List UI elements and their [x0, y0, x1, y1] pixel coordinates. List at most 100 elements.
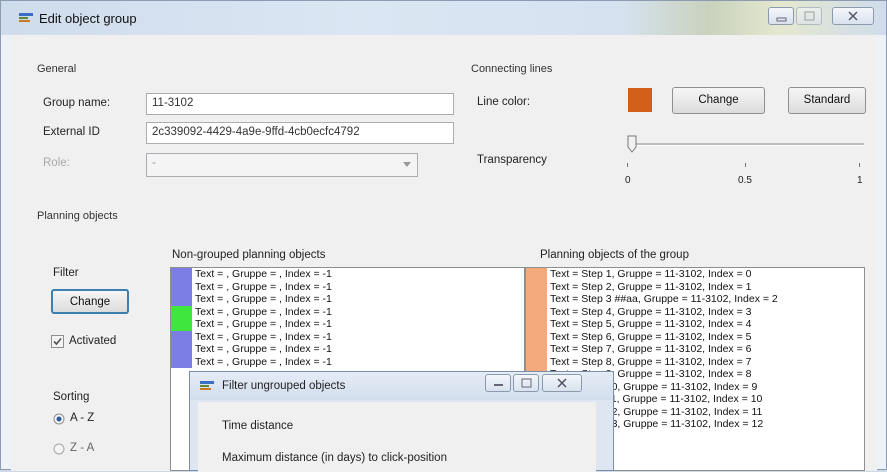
slider-tick-label-mid: 0.5	[738, 175, 752, 186]
max-distance-label: Maximum distance (in days) to click-posi…	[222, 452, 447, 464]
app-icon	[19, 13, 33, 22]
list-item[interactable]: Text = Step 1, Gruppe = 11-3102, Index =…	[526, 268, 864, 281]
list-item[interactable]: Text = , Gruppe = , Index = -1	[171, 293, 524, 306]
planning-objects-group-title: Planning objects	[37, 210, 118, 222]
list-item-text: Text = Step 4, Gruppe = 11-3102, Index =…	[550, 305, 752, 318]
close-icon	[848, 11, 858, 21]
close-button[interactable]	[832, 7, 874, 25]
filter-label: Filter	[53, 267, 79, 279]
list-item-text: Text = , Gruppe = , Index = -1	[195, 318, 332, 330]
item-color-swatch	[171, 330, 192, 343]
app-icon	[200, 381, 214, 390]
item-color-swatch	[171, 343, 192, 356]
activated-label: Activated	[69, 335, 117, 347]
list-item-text: Text = , Gruppe = , Index = -1	[195, 280, 332, 293]
filter-dialog-minimize-button[interactable]	[485, 374, 511, 392]
item-color-swatch	[526, 268, 547, 281]
external-id-input[interactable]: 2c339092-4429-4a9e-9ffd-4cb0ecfc4792	[146, 122, 454, 144]
group-list-title: Planning objects of the group	[540, 249, 689, 261]
radio-selected-icon	[53, 413, 65, 425]
radio-unselected-icon	[53, 443, 65, 455]
list-item-text: Text = , Gruppe = , Index = -1	[195, 330, 332, 343]
list-item-text: Text = Step 3 ##aa, Gruppe = 11-3102, In…	[550, 293, 778, 305]
list-item[interactable]: Text = , Gruppe = , Index = -1	[171, 343, 524, 356]
list-item-text: Text = Step 6, Gruppe = 11-3102, Index =…	[550, 330, 752, 343]
list-item[interactable]: Text = , Gruppe = , Index = -1	[171, 330, 524, 343]
maximize-button[interactable]	[796, 7, 822, 25]
list-item[interactable]: Text = Step 4, Gruppe = 11-3102, Index =…	[526, 305, 864, 318]
role-value: -	[152, 157, 156, 169]
transparency-slider-thumb[interactable]	[627, 135, 637, 153]
slider-thumb-icon	[627, 135, 637, 153]
item-color-swatch	[171, 280, 192, 293]
sort-az-radio[interactable]: A - Z	[53, 412, 94, 428]
dialog-client-area: General Group name: 11-3102 External ID …	[11, 35, 877, 472]
filter-dialog-close-button[interactable]	[542, 374, 582, 392]
slider-tick	[627, 163, 628, 167]
list-item-text: Text = Step 2, Gruppe = 11-3102, Index =…	[550, 280, 752, 293]
list-item[interactable]: Text = Step 6, Gruppe = 11-3102, Index =…	[526, 330, 864, 343]
list-item[interactable]: Text = Step 3 ##aa, Gruppe = 11-3102, In…	[526, 293, 864, 306]
transparency-label: Transparency	[477, 154, 547, 166]
group-name-input[interactable]: 11-3102	[146, 93, 454, 115]
minimize-icon	[494, 384, 503, 386]
filter-change-button[interactable]: Change	[51, 289, 129, 314]
transparency-slider-track[interactable]	[632, 143, 864, 146]
item-color-swatch	[171, 318, 192, 331]
filter-dialog-titlebar[interactable]: Filter ungrouped objects	[190, 372, 613, 400]
item-color-swatch	[526, 280, 547, 293]
title-bar[interactable]: Edit object group	[1, 1, 886, 35]
item-color-swatch	[526, 330, 547, 343]
item-color-swatch	[171, 305, 192, 318]
list-item[interactable]: Text = , Gruppe = , Index = -1	[171, 318, 524, 331]
external-id-label: External ID	[43, 126, 100, 138]
list-item-text: Text = Step 1, Gruppe = 11-3102, Index =…	[550, 268, 752, 280]
sort-za-label: Z - A	[70, 442, 95, 454]
activated-checkbox-row[interactable]: Activated	[51, 335, 116, 351]
item-color-swatch	[526, 318, 547, 331]
list-item-text: Text = Step 7, Gruppe = 11-3102, Index =…	[550, 343, 752, 355]
list-item-text: Text = , Gruppe = , Index = -1	[195, 355, 332, 368]
list-item-text: Text = , Gruppe = , Index = -1	[195, 293, 332, 305]
item-color-swatch	[526, 355, 547, 368]
sort-az-label: A - Z	[70, 412, 95, 424]
close-icon	[557, 378, 567, 388]
list-item-text: Text = , Gruppe = , Index = -1	[195, 343, 332, 355]
role-label: Role:	[43, 157, 70, 169]
list-item[interactable]: Text = , Gruppe = , Index = -1	[171, 268, 524, 281]
list-item[interactable]: Text = , Gruppe = , Index = -1	[171, 305, 524, 318]
change-color-button[interactable]: Change	[672, 87, 765, 114]
filter-dialog-body: Time distance Maximum distance (in days)…	[198, 402, 596, 472]
chevron-down-icon	[403, 162, 411, 167]
item-color-swatch	[526, 343, 547, 356]
slider-tick-label-0: 0	[625, 175, 631, 186]
slider-tick	[745, 163, 746, 167]
list-item[interactable]: Text = , Gruppe = , Index = -1	[171, 355, 524, 368]
standard-color-button[interactable]: Standard	[788, 87, 866, 114]
time-distance-label: Time distance	[222, 420, 294, 432]
item-color-swatch	[526, 293, 547, 306]
list-item[interactable]: Text = , Gruppe = , Index = -1	[171, 280, 524, 293]
minimize-icon	[776, 17, 787, 22]
minimize-button[interactable]	[768, 7, 794, 25]
maximize-icon	[521, 378, 532, 388]
list-item[interactable]: Text = Step 7, Gruppe = 11-3102, Index =…	[526, 343, 864, 356]
sort-za-radio[interactable]: Z - A	[53, 442, 94, 458]
list-item[interactable]: Text = Step 5, Gruppe = 11-3102, Index =…	[526, 318, 864, 331]
list-item[interactable]: Text = Step 8, Gruppe = 11-3102, Index =…	[526, 355, 864, 368]
group-name-label: Group name:	[43, 97, 111, 109]
edit-object-group-window: Edit object group General Group name: 11…	[0, 0, 887, 472]
sorting-label: Sorting	[53, 391, 90, 403]
filter-dialog-maximize-button[interactable]	[513, 374, 539, 392]
list-item-text: Text = Step 8, Gruppe = 11-3102, Index =…	[550, 355, 752, 368]
role-select[interactable]: -	[146, 153, 418, 177]
general-group-title: General	[37, 63, 77, 75]
list-item-text: Text = , Gruppe = , Index = -1	[195, 268, 332, 280]
nongrouped-list-title: Non-grouped planning objects	[172, 249, 326, 261]
line-color-label: Line color:	[477, 96, 531, 108]
item-color-swatch	[171, 355, 192, 368]
line-color-swatch[interactable]	[628, 88, 652, 112]
list-item[interactable]: Text = Step 2, Gruppe = 11-3102, Index =…	[526, 280, 864, 293]
item-color-swatch	[171, 268, 192, 281]
item-color-swatch	[526, 305, 547, 318]
